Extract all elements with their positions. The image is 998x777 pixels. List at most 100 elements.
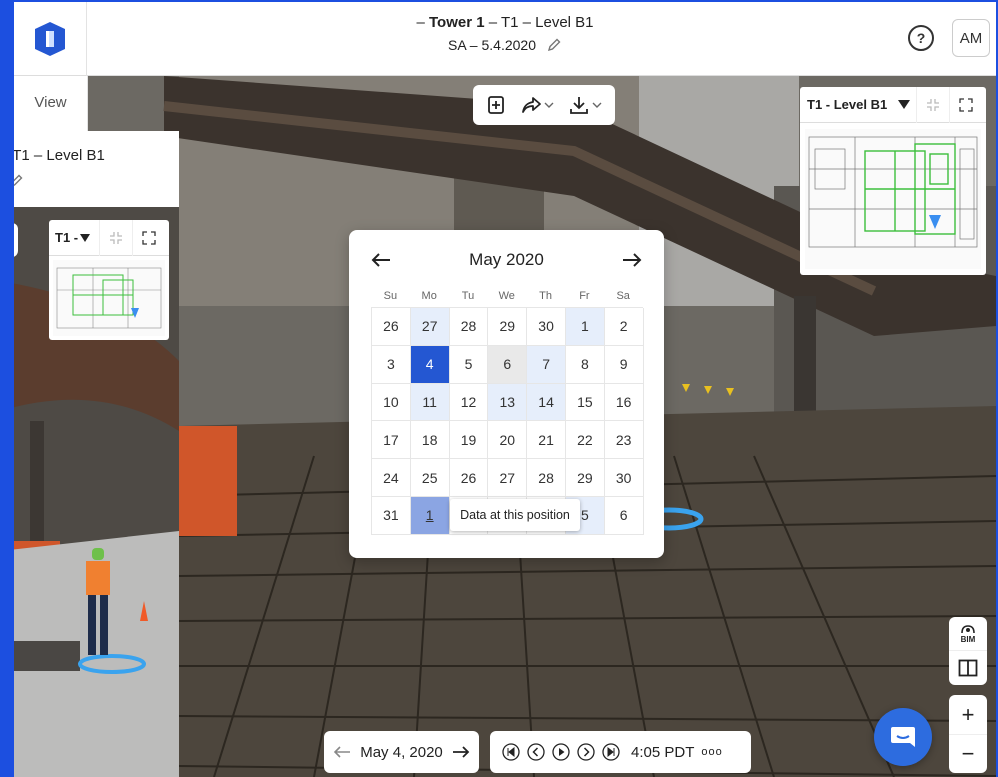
left-sidebar: View [14, 76, 88, 136]
weekday-label: We [498, 290, 515, 302]
calendar-day[interactable]: 20 [488, 421, 528, 460]
floorplan-minimap[interactable]: T1 - Level B1 [800, 86, 986, 275]
calendar-day[interactable]: 11 [410, 383, 450, 422]
calendar-day[interactable]: 18 [410, 421, 450, 460]
calendar-day[interactable]: 31 [372, 496, 411, 535]
calendar-day[interactable]: 23 [604, 421, 644, 460]
calendar-day[interactable]: 29 [488, 308, 528, 346]
next-button[interactable] [577, 743, 595, 761]
floorplan-map[interactable] [805, 129, 981, 269]
tooltip: Data at this position [450, 499, 580, 531]
calendar-day[interactable]: 24 [372, 459, 411, 497]
calendar-day[interactable]: 28 [449, 308, 489, 346]
previous-button[interactable] [527, 743, 545, 761]
download-icon [570, 97, 588, 114]
calendar-day[interactable]: 26 [372, 308, 411, 346]
pencil-icon[interactable] [546, 37, 562, 53]
collapse-icon[interactable] [99, 219, 132, 256]
calendar-month-title: May 2020 [469, 250, 544, 269]
calendar-day[interactable]: 27 [410, 308, 450, 346]
calendar-day[interactable]: 21 [527, 421, 566, 460]
calendar-day[interactable]: 6 [488, 345, 528, 384]
sidebar-item-view[interactable]: View [14, 94, 87, 111]
download-button[interactable] [568, 95, 602, 115]
play-button[interactable] [552, 743, 570, 761]
weekday-label: Mo [421, 290, 437, 302]
calendar-day[interactable]: 22 [565, 421, 605, 460]
add-note-icon [488, 96, 504, 114]
add-note-button[interactable] [486, 95, 506, 115]
arrow-left-icon[interactable] [333, 745, 351, 759]
more-options-button[interactable]: ooo [701, 746, 722, 758]
chevron-left-icon [527, 743, 545, 761]
calendar-day[interactable]: 2 [604, 308, 644, 346]
calendar-day[interactable]: 25 [410, 459, 450, 497]
calendar-day[interactable]: 26 [449, 459, 489, 497]
calendar-day[interactable]: 7 [527, 345, 566, 384]
compare-minimap-label: T1 - [55, 230, 79, 245]
compare-minimap[interactable]: T1 - [49, 219, 169, 340]
calendar-day[interactable]: 29 [565, 459, 605, 497]
window-frame-top [0, 0, 998, 2]
bim-icon [961, 624, 975, 633]
expand-icon[interactable] [949, 86, 982, 123]
compare-panel[interactable]: – T1 – Level B1 T1 - [0, 131, 179, 777]
next-month-button[interactable] [620, 248, 644, 272]
skip-first-button[interactable] [502, 743, 520, 761]
help-icon[interactable]: ? [908, 25, 934, 51]
zoom-in-button[interactable]: + [949, 695, 987, 734]
calendar-day[interactable]: 28 [527, 459, 566, 497]
calendar-day[interactable]: 19 [449, 421, 489, 460]
location-title: – Tower 1 – T1 – Level B1 SA – 5.4.2020 [14, 14, 996, 54]
expand-icon[interactable] [132, 219, 165, 256]
compare-title: – T1 – Level B1 [0, 147, 105, 164]
calendar-day[interactable]: 27 [488, 459, 528, 497]
calendar-day[interactable]: 6 [604, 496, 644, 535]
calendar-day[interactable]: 30 [604, 459, 644, 497]
scene-toolbar [473, 85, 615, 125]
caret-down-icon[interactable] [898, 100, 910, 109]
share-icon [522, 97, 541, 113]
current-date-button[interactable]: May 4, 2020 [360, 744, 443, 761]
calendar-day[interactable]: 8 [565, 345, 605, 384]
collapse-icon[interactable] [916, 86, 949, 123]
compare-panel-header: – T1 – Level B1 [0, 131, 179, 207]
chat-button[interactable] [874, 708, 932, 766]
calendar-day[interactable]: 10 [372, 383, 411, 422]
arrow-right-icon[interactable] [452, 745, 470, 759]
playback-controls: 4:05 PDT ooo [490, 731, 751, 773]
avatar[interactable]: AM [952, 19, 990, 57]
calendar-day[interactable]: 13 [488, 383, 528, 422]
caret-down-icon[interactable] [80, 233, 91, 242]
zoom-controls: + − [949, 695, 987, 773]
zoom-out-button[interactable]: − [949, 734, 987, 773]
skip-back-icon [502, 743, 520, 761]
calendar-day[interactable]: 1 [565, 308, 605, 346]
chevron-down-icon [544, 102, 554, 108]
weekday-label: Sa [616, 290, 630, 302]
calendar-day[interactable]: 30 [527, 308, 566, 346]
split-view-icon [958, 659, 978, 677]
calendar-day-hovered[interactable]: 1 [410, 496, 450, 535]
calendar-day-selected[interactable]: 4 [410, 345, 450, 384]
share-button[interactable] [520, 95, 554, 115]
skip-last-button[interactable] [602, 743, 620, 761]
split-view-button[interactable] [949, 651, 987, 685]
app-header: – Tower 1 – T1 – Level B1 SA – 5.4.2020 … [14, 2, 996, 76]
calendar-day[interactable]: 9 [604, 345, 644, 384]
weekday-label: Su [383, 290, 398, 302]
calendar-day[interactable]: 16 [604, 383, 644, 422]
calendar-day[interactable]: 17 [372, 421, 411, 460]
date-navigator: May 4, 2020 [324, 731, 479, 773]
view-tools: BIM [949, 617, 987, 685]
calendar-day[interactable]: 15 [565, 383, 605, 422]
calendar-day[interactable]: 14 [527, 383, 566, 422]
bim-toggle-button[interactable]: BIM [949, 617, 987, 651]
weekday-label: Th [539, 290, 552, 302]
minimap-label: T1 - Level B1 [807, 97, 888, 112]
calendar-day[interactable]: 3 [372, 345, 411, 384]
calendar-day[interactable]: 5 [449, 345, 489, 384]
calendar-day[interactable]: 12 [449, 383, 489, 422]
chevron-down-icon [592, 102, 602, 108]
floorplan-thumbnail [53, 260, 165, 336]
